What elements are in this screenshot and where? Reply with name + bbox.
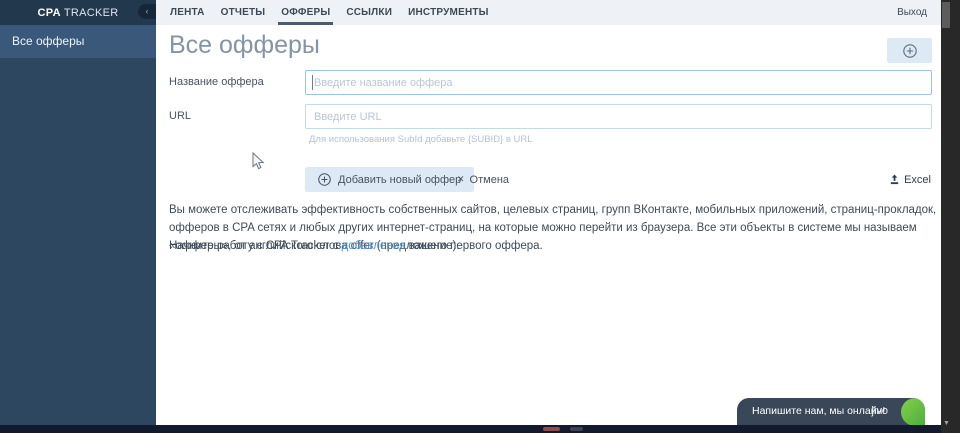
text-caret <box>312 75 313 90</box>
offer-name-label: Название оффера <box>169 76 264 88</box>
taskbar-item-gray <box>570 427 583 431</box>
offer-name-input[interactable] <box>305 70 932 95</box>
app-logo-rest: TRACKER <box>63 6 119 19</box>
sidebar-item-label: Все офферы <box>12 34 85 48</box>
window-scrollbar[interactable]: ▼ <box>941 0 960 433</box>
tab-offery[interactable]: ОФФЕРЫ <box>278 0 334 25</box>
app-logo: CPA TRACKER <box>38 7 119 19</box>
plus-circle-icon <box>318 173 331 186</box>
logout-link[interactable]: Выход <box>897 7 927 18</box>
tab-instrumenty[interactable]: ИНСТРУМЕНТЫ <box>408 0 489 25</box>
jivo-logo: jivo <box>871 405 888 417</box>
taskbar-item-red <box>543 427 560 431</box>
subid-hint: Для использования SubId добавьте {SUBID}… <box>309 134 533 145</box>
jivo-leaf-icon <box>901 398 925 425</box>
sidebar-item-all-offers[interactable]: Все офферы <box>0 25 156 58</box>
chat-widget[interactable]: Напишите нам, мы онлайн! jivo <box>737 398 925 425</box>
sidebar-collapse-button[interactable]: ‹ <box>138 4 156 19</box>
plus-circle-icon <box>902 43 917 58</box>
scroll-down-icon[interactable]: ▼ <box>941 420 952 427</box>
close-icon: ✕ <box>457 174 465 184</box>
page-title: Все офферы <box>169 31 320 59</box>
getting-started-paragraph: Начните работу с CPA Tracker с добавлени… <box>169 240 543 252</box>
submit-offer-label: Добавить новый оффер <box>338 173 462 186</box>
getting-started-prefix: Начните работу с CPA Tracker с <box>169 240 342 252</box>
cancel-button[interactable]: ✕ Отмена <box>457 167 509 192</box>
main-content: Все офферы Название оффера URL Для испол… <box>156 25 941 425</box>
add-offer-button[interactable] <box>887 38 932 63</box>
tab-lenta[interactable]: ЛЕНТА <box>170 0 205 25</box>
getting-started-suffix: вашего первого оффера. <box>405 240 543 252</box>
sidebar: CPA TRACKER ‹ Все офферы <box>0 0 156 425</box>
url-label: URL <box>169 110 192 122</box>
scrollbar-thumb[interactable] <box>942 2 950 28</box>
url-input[interactable] <box>305 104 932 129</box>
app-logo-bold: CPA <box>37 6 61 19</box>
top-navigation: ЛЕНТА ОТЧЕТЫ ОФФЕРЫ ССЫЛКИ ИНСТРУМЕНТЫ В… <box>156 0 941 25</box>
taskbar-edge <box>0 425 941 433</box>
add-offer-link[interactable]: добавления <box>342 240 406 252</box>
sidebar-header: CPA TRACKER ‹ <box>0 0 156 25</box>
cancel-label: Отмена <box>469 173 510 186</box>
chat-message: Напишите нам, мы онлайн! <box>752 405 886 417</box>
tab-ssylki[interactable]: ССЫЛКИ <box>346 0 392 25</box>
tab-otchety[interactable]: ОТЧЕТЫ <box>221 0 266 25</box>
excel-label: Excel <box>904 173 931 186</box>
excel-export-button[interactable]: Excel <box>889 167 931 192</box>
export-icon <box>890 174 899 185</box>
chevron-left-icon: ‹ <box>145 6 149 16</box>
submit-offer-button[interactable]: Добавить новый оффер <box>305 167 475 192</box>
